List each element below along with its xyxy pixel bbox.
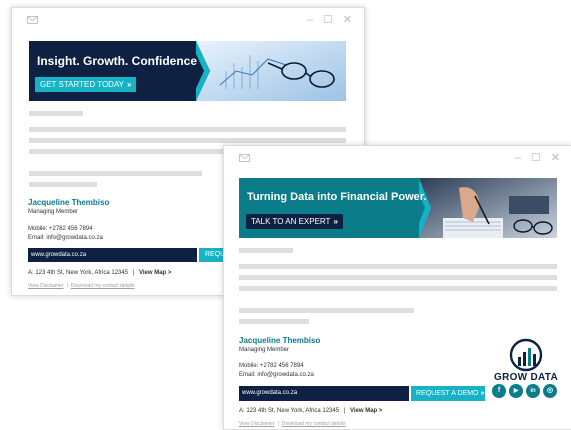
website-link[interactable]: www.growdata.co.za [28, 248, 197, 262]
linkedin-icon[interactable]: in [526, 384, 540, 398]
promo-banner[interactable]: Insight. Growth. Confidence GET STARTED … [29, 41, 346, 101]
mail-icon [27, 16, 38, 24]
placeholder-line [29, 171, 202, 176]
minimize-button[interactable]: – [307, 13, 313, 27]
cta-label: GET STARTED TODAY [40, 80, 125, 89]
glasses-chart-photo [196, 41, 346, 101]
banner-headline: Insight. Growth. Confidence [37, 54, 197, 68]
signature-address: A: 123 4th St, New York, Africa 12345 | … [239, 408, 382, 414]
bar-chart-logo-icon [509, 338, 543, 372]
email-preview-window-2: – ☐ ✕ Turning Data into Financial Power.… [223, 145, 571, 430]
social-icons: f ▶ in ◎ [492, 384, 557, 398]
double-chevron-right-icon: » [480, 390, 485, 397]
view-disclaimer-link[interactable]: View Disclaimer [28, 283, 63, 289]
address-text: A: 123 4th St, New York, Africa 12345 [28, 270, 129, 276]
address-text: A: 123 4th St, New York, Africa 12345 [239, 408, 340, 414]
talk-to-expert-button[interactable]: TALK TO AN EXPERT » [246, 214, 343, 229]
signature-role: Managing Member [28, 209, 79, 215]
signature-mobile: Mobile: +2782 456 7894 [28, 226, 93, 232]
signature-mobile: Mobile: +2782 456 7894 [239, 363, 304, 369]
signature-name: Jacqueline Thembiso [28, 198, 110, 207]
placeholder-line [239, 308, 414, 313]
placeholder-line [239, 319, 309, 324]
signature-email[interactable]: Email: info@growdata.co.za [28, 235, 103, 241]
mail-icon [239, 154, 250, 162]
address-separator: | [343, 408, 346, 414]
logo-wordmark: GROW DATA [494, 372, 558, 383]
window-controls: – ☐ ✕ [307, 13, 352, 27]
placeholder-line [29, 182, 97, 187]
placeholder-line [29, 111, 83, 116]
download-contact-link[interactable]: Download my contact details [71, 283, 135, 289]
placeholder-line [239, 264, 557, 269]
download-contact-link[interactable]: Download my contact details [282, 421, 346, 427]
youtube-icon[interactable]: ▶ [509, 384, 523, 398]
signature-role: Managing Member [239, 347, 290, 353]
signature-name: Jacqueline Thembiso [239, 336, 321, 345]
footer-links: View Disclaimer | Download my contact deta… [28, 283, 134, 289]
banner-headline: Turning Data into Financial Power. [247, 191, 427, 203]
facebook-icon[interactable]: f [492, 384, 506, 398]
hand-with-pen-photo [419, 178, 557, 238]
maximize-button[interactable]: ☐ [531, 151, 541, 165]
window-controls: – ☐ ✕ [515, 151, 560, 165]
instagram-icon[interactable]: ◎ [543, 384, 557, 398]
window-titlebar: – ☐ ✕ [12, 8, 364, 34]
link-separator: | [277, 421, 279, 427]
close-button[interactable]: ✕ [343, 13, 352, 27]
request-demo-button[interactable]: REQU [199, 248, 223, 262]
maximize-button[interactable]: ☐ [323, 13, 333, 27]
cta-label: TALK TO AN EXPERT [251, 217, 331, 226]
view-disclaimer-link[interactable]: View Disclaimer [239, 421, 274, 427]
footer-links: View Disclaimer | Download my contact deta… [239, 421, 345, 427]
website-link[interactable]: www.growdata.co.za [239, 386, 409, 401]
get-started-button[interactable]: GET STARTED TODAY » [35, 77, 137, 92]
placeholder-line [239, 286, 557, 291]
window-titlebar: – ☐ ✕ [224, 146, 571, 172]
minimize-button[interactable]: – [515, 151, 521, 165]
link-separator: | [66, 283, 68, 289]
placeholder-line [29, 127, 346, 132]
close-button[interactable]: ✕ [551, 151, 560, 165]
request-demo-label: REQUEST A DEMO [416, 390, 479, 397]
double-chevron-right-icon: » [333, 217, 338, 226]
signature-address: A: 123 4th St, New York, Africa 12345 | … [28, 270, 171, 276]
request-demo-button[interactable]: REQUEST A DEMO » [411, 386, 485, 401]
address-separator: | [132, 270, 135, 276]
signature-email[interactable]: Email: info@growdata.co.za [239, 372, 314, 378]
placeholder-line [239, 248, 293, 253]
placeholder-line [29, 138, 346, 143]
view-map-link[interactable]: View Map > [350, 408, 382, 414]
view-map-link[interactable]: View Map > [139, 270, 171, 276]
promo-banner[interactable]: Turning Data into Financial Power. TALK … [239, 178, 557, 238]
double-chevron-right-icon: » [127, 80, 132, 89]
placeholder-line [239, 275, 557, 280]
